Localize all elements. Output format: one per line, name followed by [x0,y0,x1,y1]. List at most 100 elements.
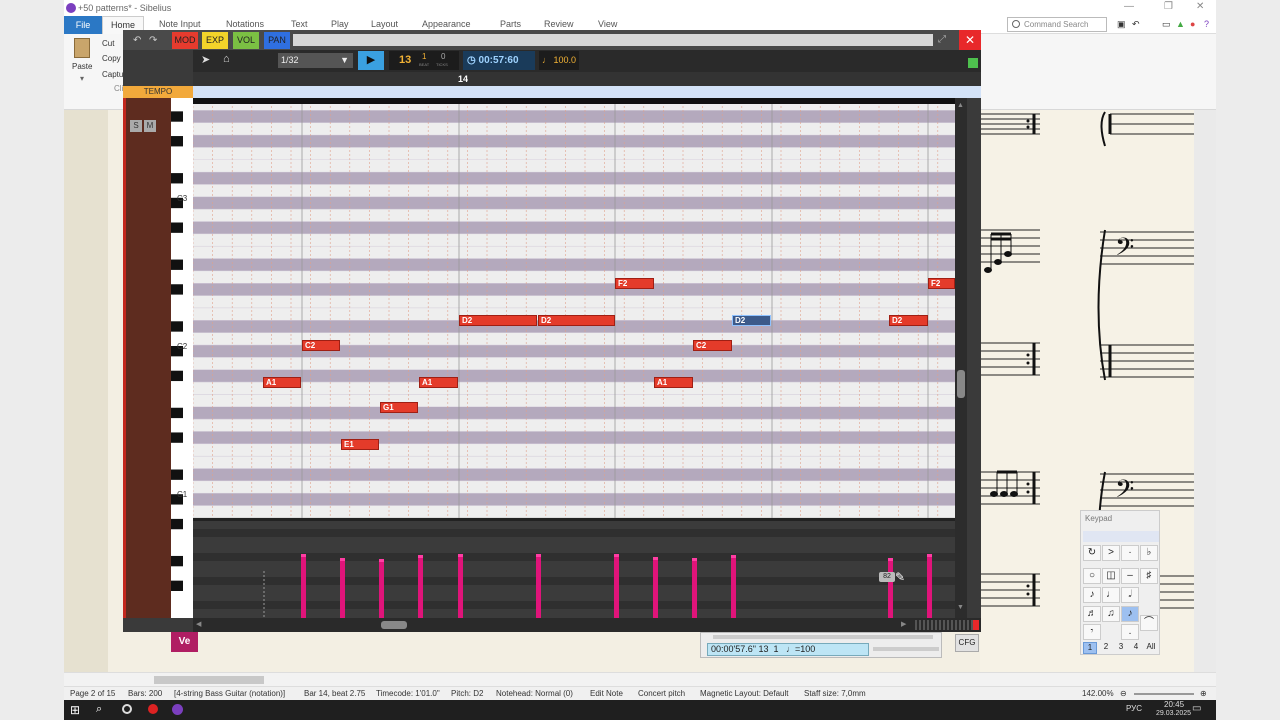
black-key[interactable] [171,321,183,332]
velocity-bar[interactable] [536,554,541,618]
tenuto-icon[interactable]: – [1121,568,1139,584]
note-block[interactable]: C2 [302,340,340,351]
half-note-icon[interactable]: 𝅗𝅥 [1121,587,1139,603]
minimize-icon[interactable]: — [1124,1,1134,12]
velocity-bar[interactable] [927,554,932,618]
tab-play[interactable]: Play [331,19,349,29]
note-block[interactable]: A1 [654,377,693,388]
selected-note-block[interactable]: D2 [732,315,771,326]
velocity-bar[interactable] [379,559,384,618]
timeline-ruler[interactable]: 14 [193,72,981,86]
horizontal-scroll-thumb[interactable] [381,621,407,629]
note-block[interactable]: F2 [615,278,654,289]
start-icon[interactable]: ⊞ [70,703,80,717]
cut-button[interactable]: Cut [102,39,114,48]
velocity-bar[interactable] [888,558,893,618]
eighth-note-icon[interactable]: ♪ [1083,587,1101,603]
undo-icon[interactable]: ↶ [133,35,141,46]
position-slider[interactable] [713,635,933,639]
score-vertical-scrollbar[interactable] [1194,110,1216,672]
black-key[interactable] [171,136,183,147]
tab-appearance[interactable]: Appearance [422,19,471,29]
save-icon[interactable]: ▣ [1117,19,1126,30]
tie-icon[interactable]: ⌒ [1140,615,1158,631]
staccato-icon[interactable]: · [1121,545,1139,561]
black-key[interactable] [171,580,183,591]
volume-slider[interactable] [873,647,939,651]
velocity-bar[interactable] [692,558,697,618]
velocity-bar[interactable] [458,554,463,618]
double-whole-icon[interactable]: ◫ [1102,568,1120,584]
piano-keys[interactable] [171,98,193,618]
accent-icon[interactable]: > [1102,545,1120,561]
keypad-layout-1[interactable]: 1 [1083,642,1097,654]
close-piano-roll-button[interactable]: ✕ [959,30,981,50]
note-block[interactable]: F2 [928,278,955,289]
whole-note-icon[interactable]: ○ [1083,568,1101,584]
keypad-layout-all[interactable]: All [1143,642,1159,654]
tab-note-input[interactable]: Note Input [159,19,201,29]
velocity-bar[interactable] [614,554,619,618]
velocity-bar[interactable] [418,555,423,618]
tab-text[interactable]: Text [291,19,308,29]
tab-mod[interactable]: MOD [172,32,198,49]
black-key[interactable] [171,284,183,295]
velocity-lane[interactable]: 82 ✎ [193,521,955,618]
black-key[interactable] [171,469,183,480]
tab-exp[interactable]: EXP [202,32,228,49]
black-key[interactable] [171,173,183,184]
tab-review[interactable]: Review [544,19,574,29]
obs-icon[interactable] [122,704,132,714]
black-key[interactable] [171,555,183,567]
loop-strip[interactable] [193,86,981,98]
velocity-bar[interactable] [340,558,345,618]
score-horizontal-scrollbar[interactable] [64,672,1216,686]
sixteenth-note-icon[interactable]: ♬ [1083,606,1101,622]
copy-button[interactable]: Copy [102,54,121,63]
paste-icon[interactable] [74,38,90,58]
command-search-input[interactable]: Command Search [1007,17,1107,32]
reset-icon[interactable]: ↻ [1083,545,1101,561]
black-key[interactable] [171,518,183,530]
black-key[interactable] [171,259,183,270]
zoom-slider[interactable] [1134,693,1194,695]
horizontal-scrollbar[interactable]: ◀ ▶ [193,618,981,632]
note-block[interactable]: C2 [693,340,732,351]
black-key[interactable] [171,222,183,233]
keypad-layout-4[interactable]: 4 [1129,642,1143,654]
keypad-layout-tabs[interactable] [1083,531,1159,542]
status-magnetic-layout[interactable]: Magnetic Layout: Default [700,689,789,698]
note-block[interactable]: D2 [538,315,615,326]
clock-date[interactable]: 29.03.2025 [1156,710,1191,717]
thirtysecond-note-icon[interactable]: ♫ [1102,606,1120,622]
black-key[interactable] [171,370,183,382]
cfg-button[interactable]: CFG [955,634,979,652]
status-concert-pitch[interactable]: Concert pitch [638,689,685,698]
mute-button[interactable]: M [144,120,156,132]
keypad-layout-2[interactable]: 2 [1099,642,1113,654]
note-grid[interactable]: A1 C2 E1 G1 A1 D2 D2 F2 A1 C2 D2 D2 F2 [193,98,955,518]
vertical-scroll-thumb[interactable] [957,370,965,398]
expand-icon[interactable]: ⤢ [938,34,946,45]
dot-icon[interactable]: . [1121,624,1139,640]
scroll-right-icon[interactable]: ▶ [901,620,906,628]
zoom-in-icon[interactable]: ⊕ [1200,689,1207,698]
zoom-slider[interactable] [915,620,973,630]
note-block[interactable]: D2 [459,315,537,326]
zoom-out-icon[interactable]: ⊖ [1120,689,1127,698]
language-indicator[interactable]: РУС [1126,704,1142,713]
clock-time[interactable]: 20:45 [1164,700,1184,709]
black-key[interactable] [171,111,183,122]
note-block[interactable]: G1 [380,402,418,413]
score-scroll-thumb[interactable] [154,676,264,684]
tab-view[interactable]: View [598,19,617,29]
black-key[interactable] [171,432,183,443]
black-key[interactable] [171,407,183,419]
sharp-icon[interactable]: ♯ [1140,568,1158,584]
record-icon[interactable] [148,704,158,714]
up-arrow-icon[interactable]: ▲ [1176,19,1185,29]
piano-keyboard[interactable]: C3 C2 C1 [171,98,193,618]
quarter-note-icon[interactable]: ♩ [1102,587,1120,603]
restore-icon[interactable]: ❐ [1164,1,1173,12]
note-block[interactable]: A1 [263,377,301,388]
